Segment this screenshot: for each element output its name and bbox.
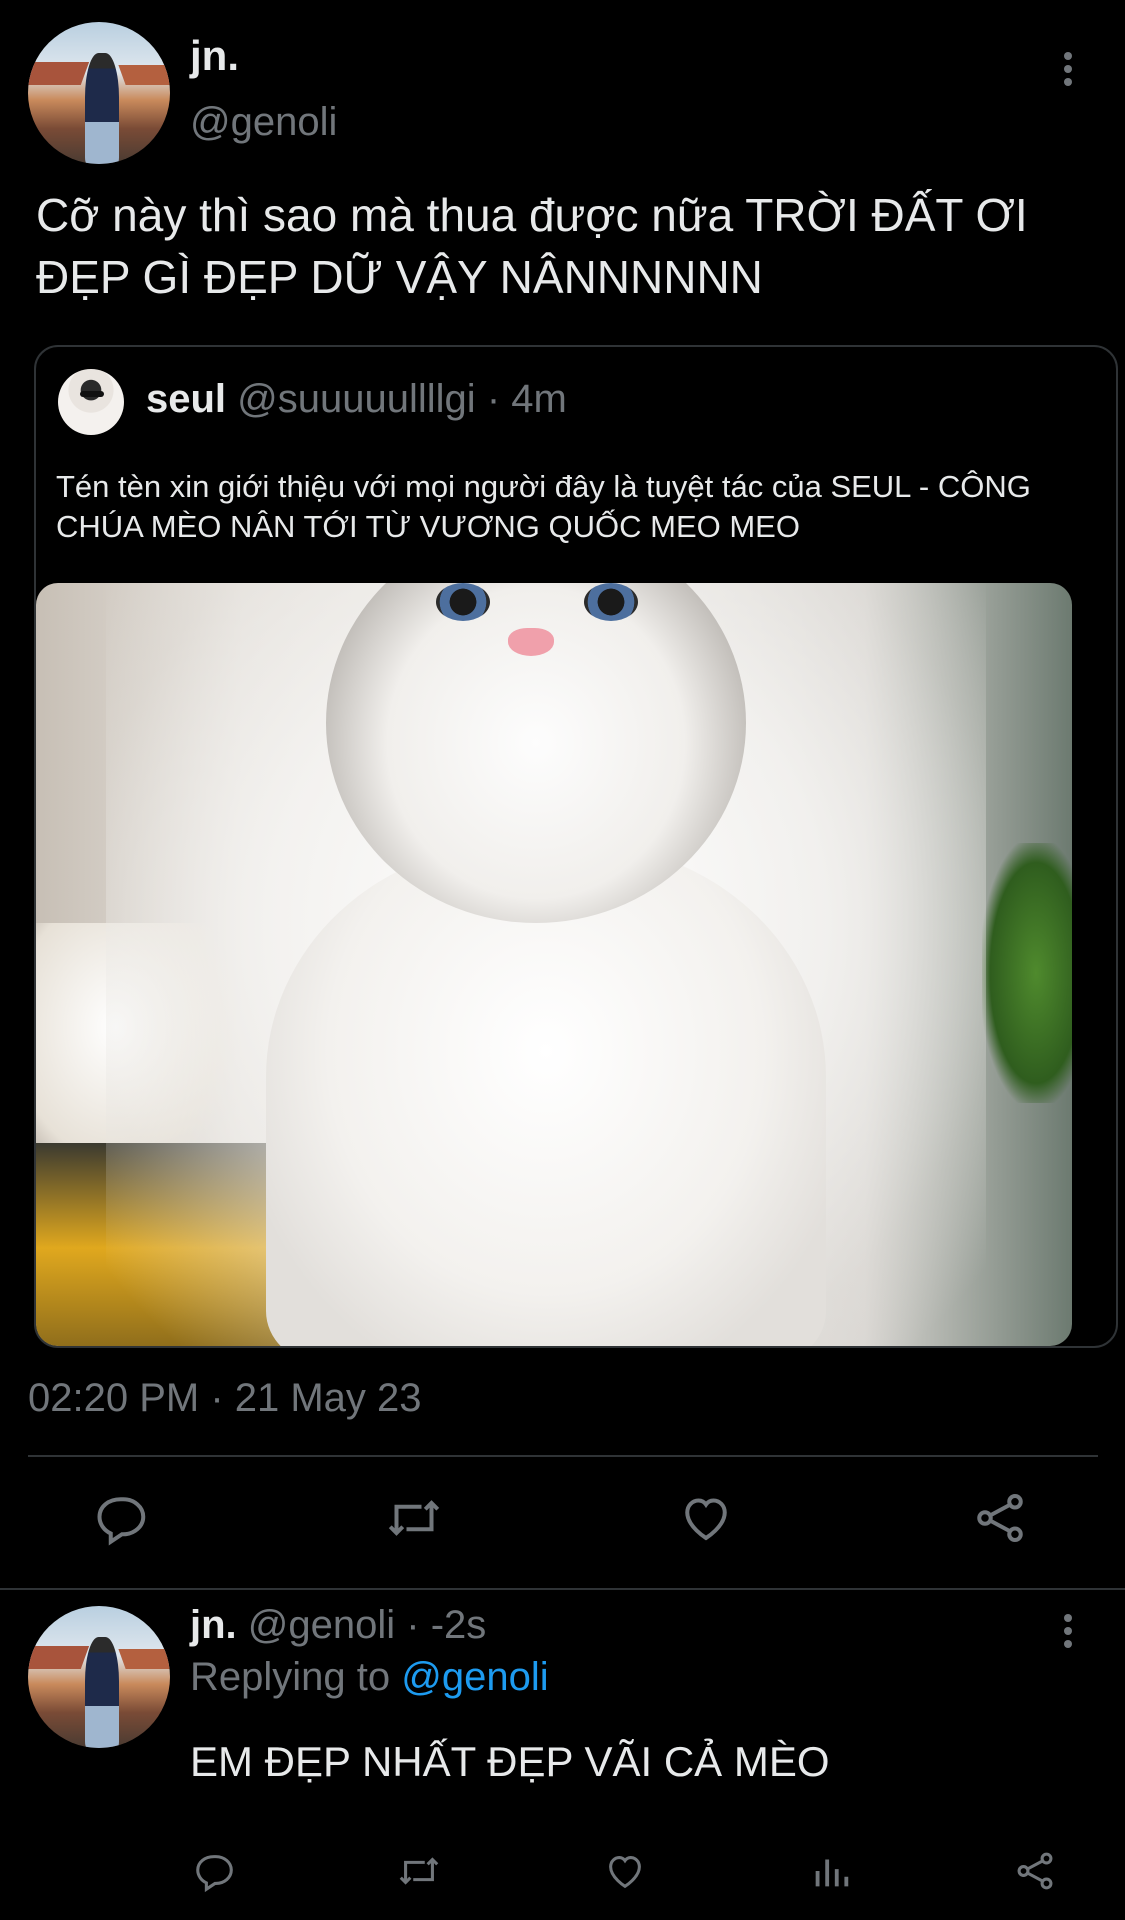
quote-author-name: seul: [146, 377, 227, 421]
action-bar: [0, 1488, 1125, 1558]
reply-author-name[interactable]: jn.: [190, 1603, 237, 1647]
reply-action-bar: [0, 1848, 1125, 1898]
reply-text: EM ĐẸP NHẤT ĐẸP VÃI CẢ MÈO: [190, 1738, 830, 1785]
replying-prefix: Replying to: [190, 1655, 391, 1699]
reply-avatar[interactable]: [28, 1606, 170, 1748]
reply-like-icon[interactable]: [602, 1848, 648, 1894]
replying-to: Replying to @genoli: [190, 1655, 549, 1700]
quote-author-handle: @suuuuullllgi: [237, 377, 476, 421]
divider: [28, 1455, 1098, 1457]
quoted-tweet[interactable]: seul @suuuuullllgi · 4m Tén tèn xin giới…: [34, 345, 1118, 1348]
reply-header: jn. @genoli · -2s: [190, 1603, 486, 1648]
like-icon[interactable]: [676, 1488, 736, 1548]
tweet-separator: [0, 1588, 1125, 1590]
more-vertical-icon[interactable]: [1060, 52, 1076, 91]
reply-reply-icon[interactable]: [192, 1848, 238, 1894]
tweet-timestamp: 02:20 PM · 21 May 23: [28, 1376, 422, 1420]
reply-icon[interactable]: [92, 1488, 152, 1548]
reply-more-vertical-icon[interactable]: [1060, 1614, 1076, 1653]
reply-time: · -2s: [406, 1603, 487, 1647]
tweet-text: Cỡ này thì sao mà thua được nữa TRỜI ĐẤT…: [36, 189, 1028, 303]
reply-author-handle[interactable]: @genoli: [248, 1603, 395, 1647]
author-handle[interactable]: @genoli: [190, 100, 337, 145]
reply-share-icon[interactable]: [1012, 1848, 1058, 1894]
retweet-icon[interactable]: [384, 1488, 444, 1548]
quote-media-image[interactable]: [36, 583, 1072, 1346]
quote-text: Tén tèn xin giới thiệu với mọi người đây…: [56, 469, 1031, 544]
reply-retweet-icon[interactable]: [396, 1848, 442, 1894]
share-icon[interactable]: [970, 1488, 1030, 1548]
quote-header: seul @suuuuullllgi · 4m: [146, 377, 567, 422]
author-name[interactable]: jn.: [190, 32, 239, 80]
replying-handle-link[interactable]: @genoli: [401, 1655, 548, 1699]
analytics-icon[interactable]: [808, 1848, 854, 1894]
quote-time: · 4m: [486, 377, 567, 421]
quote-avatar[interactable]: [58, 369, 124, 435]
avatar[interactable]: [28, 22, 170, 164]
